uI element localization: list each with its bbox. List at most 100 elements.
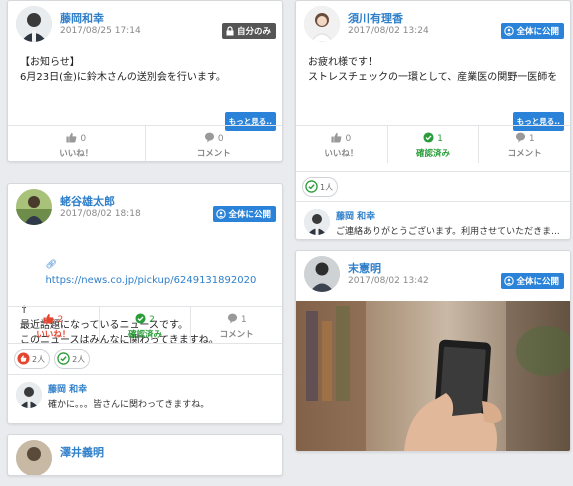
visibility-label: 全体に公開 bbox=[516, 277, 559, 287]
confirm-label: 確認済み bbox=[128, 330, 163, 340]
thumbs-up-icon bbox=[43, 313, 54, 327]
reaction-count: 1人 bbox=[320, 182, 334, 192]
post-card: 蛯谷雄太郎 2017/08/02 18:18 全体に公開 🔗︎ https://… bbox=[7, 183, 283, 424]
comment-count: 0 bbox=[217, 134, 224, 144]
comment-author[interactable]: 藤岡 和幸 bbox=[48, 382, 87, 395]
post-author[interactable]: 蛯谷雄太郎 bbox=[60, 193, 115, 209]
link-icon: 🔗︎ bbox=[45, 260, 57, 270]
confirm-label: 確認済み bbox=[416, 149, 451, 159]
reaction-count: 2人 bbox=[72, 354, 86, 364]
post-photo[interactable] bbox=[296, 301, 570, 451]
check-circle-icon bbox=[57, 351, 70, 367]
comment-button[interactable]: 0 コメント bbox=[144, 126, 283, 161]
like-button[interactable]: 2 いいね！ bbox=[8, 307, 99, 344]
post-date: 2017/08/02 18:18 bbox=[60, 209, 141, 219]
post-header: 末憲明 2017/08/02 13:42 全体に公開 bbox=[296, 251, 570, 301]
visibility-badge: 自分のみ bbox=[221, 23, 276, 39]
reaction-count: 2人 bbox=[32, 354, 46, 364]
avatar[interactable] bbox=[304, 6, 340, 42]
confirm-count: 1 bbox=[437, 134, 443, 144]
speech-bubble-icon bbox=[515, 132, 526, 146]
comment-text: 確かに。。。皆さんに関わってきますね。 bbox=[48, 400, 210, 410]
like-label: いいね！ bbox=[36, 330, 71, 340]
visibility-label: 自分のみ bbox=[236, 27, 271, 37]
like-label: いいね！ bbox=[324, 149, 359, 159]
like-count: 0 bbox=[80, 134, 87, 144]
post-body-line: お疲れ様です！ bbox=[308, 57, 378, 68]
post-actions: 0 いいね！ 0 コメント bbox=[8, 125, 283, 161]
post-body: お疲れ様です！ ストレスチェックの一環として、産業医の関野一医師を もっと見る.… bbox=[296, 51, 570, 131]
post-card: 澤井義明 bbox=[7, 434, 283, 476]
comment-count: 1 bbox=[240, 315, 247, 325]
post-author[interactable]: 末憲明 bbox=[348, 260, 381, 276]
comment-item: 藤岡 和幸 確かに。。。皆さんに関わってきますね。 bbox=[8, 374, 282, 415]
reaction-summary: 1人 bbox=[296, 171, 570, 202]
like-label: いいね！ bbox=[59, 149, 94, 159]
post-actions: 0 いいね！ 1 確認済み 1 コメント bbox=[296, 125, 570, 163]
post-author[interactable]: 澤井義明 bbox=[60, 444, 104, 460]
check-circle-icon bbox=[305, 179, 318, 195]
globe-icon bbox=[216, 209, 227, 219]
visibility-label: 全体に公開 bbox=[228, 210, 271, 220]
post-author[interactable]: 藤岡和幸 bbox=[60, 10, 104, 26]
avatar[interactable] bbox=[16, 440, 52, 475]
post-header: 蛯谷雄太郎 2017/08/02 18:18 全体に公開 bbox=[8, 184, 282, 234]
comment-button[interactable]: 1 コメント bbox=[478, 126, 570, 163]
globe-icon bbox=[504, 26, 515, 36]
post-date: 2017/08/02 13:42 bbox=[348, 276, 429, 286]
comment-label: コメント bbox=[196, 149, 231, 159]
speech-bubble-icon bbox=[204, 132, 215, 146]
comment-label: コメント bbox=[219, 330, 254, 340]
post-body-line: 6月23日(金)に鈴木さんの送別会を行います。 bbox=[20, 72, 226, 83]
like-button[interactable]: 0 いいね！ bbox=[296, 126, 387, 163]
comment-text: ご連絡ありがとうございます。利用させていただきま... bbox=[336, 227, 560, 237]
speech-bubble-icon bbox=[227, 313, 238, 327]
like-reaction-chip[interactable]: 2人 bbox=[14, 349, 51, 369]
feed-column-left: 藤岡和幸 2017/08/25 17:14 自分のみ 【お知らせ】 6月23日(… bbox=[7, 0, 283, 486]
post-author[interactable]: 須川有理香 bbox=[348, 10, 403, 26]
globe-icon bbox=[504, 276, 515, 286]
confirm-reaction-chip[interactable]: 1人 bbox=[302, 177, 339, 197]
reaction-summary: 2人 2人 bbox=[8, 343, 282, 374]
thumbs-up-icon bbox=[17, 351, 30, 367]
visibility-badge: 全体に公開 bbox=[213, 206, 276, 222]
lock-icon bbox=[225, 26, 235, 36]
check-circle-icon bbox=[423, 132, 434, 146]
like-count: 2 bbox=[57, 315, 64, 325]
post-body-line: 【お知らせ】 bbox=[20, 57, 80, 68]
visibility-badge: 全体に公開 bbox=[501, 23, 564, 39]
post-body-line: ストレスチェックの一環として、産業医の関野一医師を bbox=[308, 72, 558, 83]
like-count: 0 bbox=[345, 134, 352, 144]
avatar[interactable] bbox=[304, 209, 330, 235]
check-circle-icon bbox=[135, 313, 146, 327]
confirm-reaction-chip[interactable]: 2人 bbox=[54, 349, 91, 369]
post-body: 【お知らせ】 6月23日(金)に鈴木さんの送別会を行います。 もっと見る.. bbox=[8, 51, 282, 131]
visibility-label: 全体に公開 bbox=[516, 27, 559, 37]
post-link[interactable]: https://news.co.jp/pickup/6249131892020 bbox=[45, 275, 256, 286]
confirm-button[interactable]: 2 確認済み bbox=[98, 307, 191, 344]
post-card: 須川有理香 2017/08/02 13:24 全体に公開 お疲れ様です！ ストレ… bbox=[295, 0, 571, 240]
thumbs-up-icon bbox=[331, 132, 342, 146]
confirm-count: 2 bbox=[149, 315, 155, 325]
post-card: 藤岡和幸 2017/08/25 17:14 自分のみ 【お知らせ】 6月23日(… bbox=[7, 0, 283, 162]
like-button[interactable]: 0 いいね！ bbox=[8, 126, 145, 161]
comment-count: 1 bbox=[528, 134, 535, 144]
comment-item: 藤岡 和幸 ご連絡ありがとうございます。利用させていただきま... bbox=[296, 201, 570, 239]
post-header: 澤井義明 bbox=[8, 435, 282, 475]
post-actions: 2 いいね！ 2 確認済み 1 コメント bbox=[8, 306, 282, 344]
visibility-badge: 全体に公開 bbox=[501, 273, 564, 289]
comment-button[interactable]: 1 コメント bbox=[190, 307, 282, 344]
comment-label: コメント bbox=[507, 149, 542, 159]
post-card: 末憲明 2017/08/02 13:42 全体に公開 bbox=[295, 250, 571, 452]
avatar[interactable] bbox=[16, 189, 52, 225]
post-header: 須川有理香 2017/08/02 13:24 全体に公開 bbox=[296, 1, 570, 51]
comment-author[interactable]: 藤岡 和幸 bbox=[336, 209, 375, 222]
avatar[interactable] bbox=[16, 382, 42, 408]
confirm-button[interactable]: 1 確認済み bbox=[386, 126, 479, 163]
post-date: 2017/08/02 13:24 bbox=[348, 26, 429, 36]
feed-column-right: 須川有理香 2017/08/02 13:24 全体に公開 お疲れ様です！ ストレ… bbox=[295, 0, 571, 462]
avatar[interactable] bbox=[16, 6, 52, 42]
post-header: 藤岡和幸 2017/08/25 17:14 自分のみ bbox=[8, 1, 282, 51]
avatar[interactable] bbox=[304, 256, 340, 292]
post-date: 2017/08/25 17:14 bbox=[60, 26, 141, 36]
